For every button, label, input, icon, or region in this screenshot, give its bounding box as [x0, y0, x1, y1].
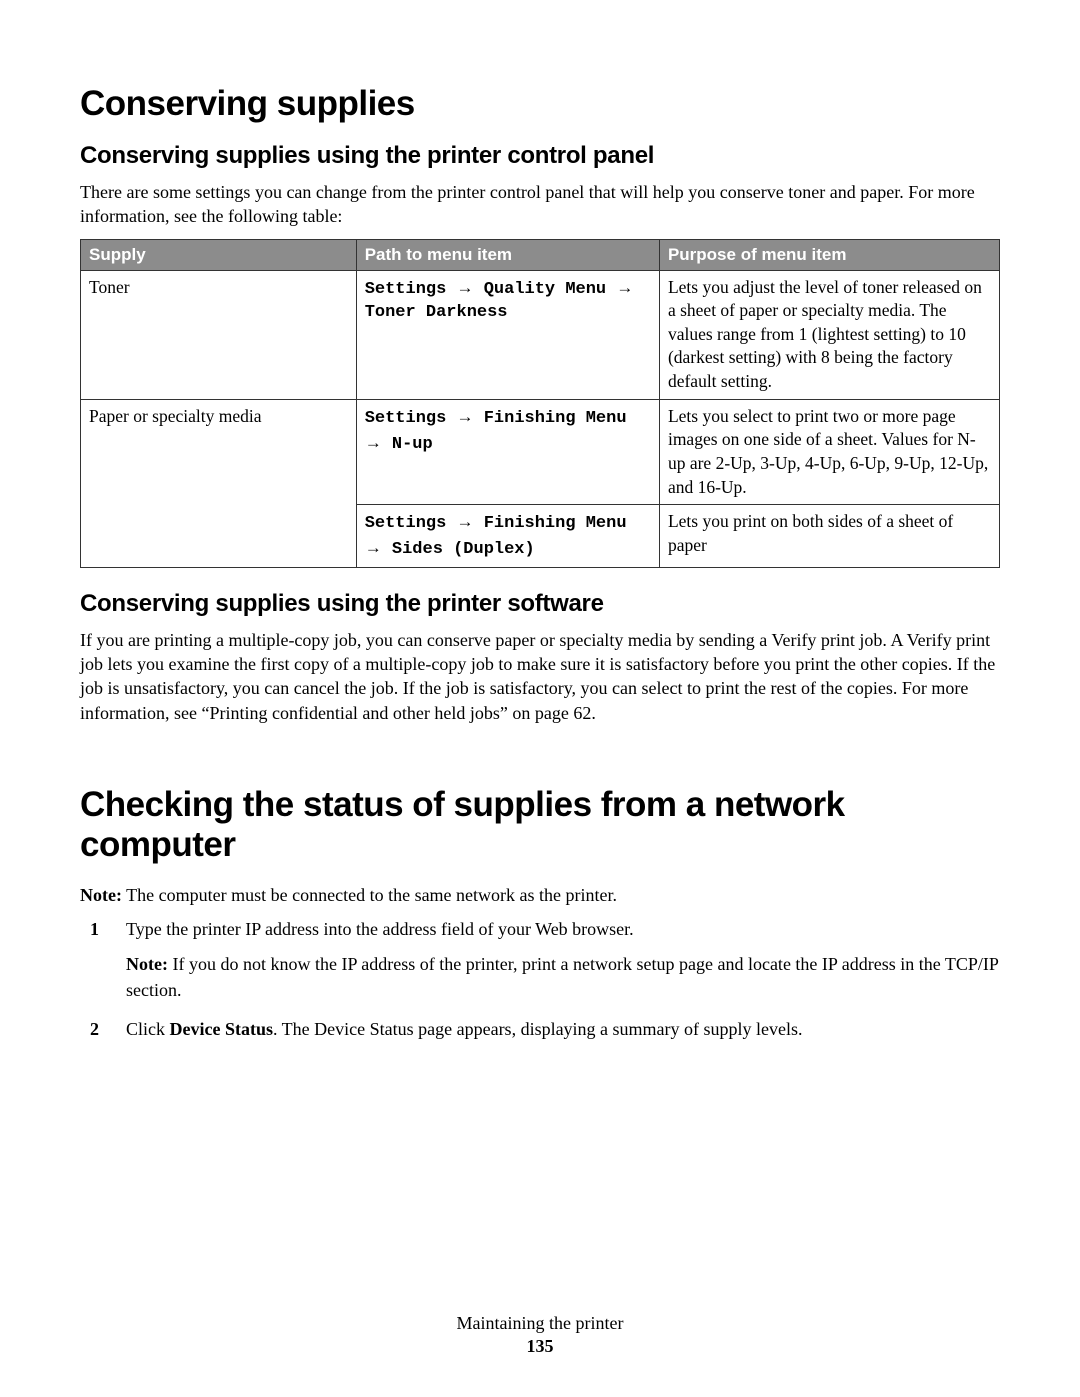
- note-paragraph: Note: The computer must be connected to …: [80, 883, 1000, 907]
- th-supply: Supply: [81, 239, 357, 270]
- subheading-control-panel: Conserving supplies using the printer co…: [80, 142, 1000, 170]
- cell-supply: Paper or specialty media: [81, 399, 357, 567]
- cell-path: Settings → Finishing Menu → Sides (Duple…: [356, 505, 659, 568]
- software-paragraph: If you are printing a multiple-copy job,…: [80, 628, 1000, 725]
- page-number: 135: [0, 1336, 1080, 1357]
- page-footer: Maintaining the printer 135: [0, 1313, 1080, 1357]
- cell-path: Settings → Finishing Menu → N-up: [356, 399, 659, 505]
- th-path: Path to menu item: [356, 239, 659, 270]
- step-item: 1 Type the printer IP address into the a…: [80, 917, 1000, 1003]
- arrow-icon: →: [365, 433, 382, 452]
- arrow-icon: →: [457, 407, 474, 426]
- intro-paragraph: There are some settings you can change f…: [80, 180, 1000, 229]
- footer-title: Maintaining the printer: [0, 1313, 1080, 1334]
- steps-list: 1 Type the printer IP address into the a…: [80, 917, 1000, 1042]
- cell-purpose: Lets you adjust the level of toner relea…: [659, 270, 999, 399]
- note-text: The computer must be connected to the sa…: [122, 885, 617, 905]
- step-text: Click Device Status. The Device Status p…: [126, 1019, 803, 1039]
- cell-purpose: Lets you print on both sides of a sheet …: [659, 505, 999, 568]
- step-item: 2 Click Device Status. The Device Status…: [80, 1017, 1000, 1042]
- document-page: Conserving supplies Conserving supplies …: [0, 0, 1080, 1397]
- heading-conserving-supplies: Conserving supplies: [80, 84, 1000, 124]
- arrow-icon: →: [457, 278, 474, 297]
- note-label: Note:: [126, 954, 168, 974]
- note-text: If you do not know the IP address of the…: [126, 954, 998, 999]
- cell-purpose: Lets you select to print two or more pag…: [659, 399, 999, 505]
- heading-checking-status: Checking the status of supplies from a n…: [80, 785, 1000, 865]
- note-label: Note:: [80, 885, 122, 905]
- step-number: 1: [90, 917, 99, 942]
- arrow-icon: →: [616, 278, 633, 297]
- th-purpose: Purpose of menu item: [659, 239, 999, 270]
- supplies-table: Supply Path to menu item Purpose of menu…: [80, 239, 1000, 568]
- arrow-icon: →: [365, 538, 382, 557]
- step-number: 2: [90, 1017, 99, 1042]
- arrow-icon: →: [457, 512, 474, 531]
- subheading-software: Conserving supplies using the printer so…: [80, 590, 1000, 618]
- table-row: Paper or specialty media Settings → Fini…: [81, 399, 1000, 505]
- cell-path: Settings → Quality Menu → Toner Darkness: [356, 270, 659, 399]
- step-note: Note: If you do not know the IP address …: [126, 952, 1000, 1002]
- step-text: Type the printer IP address into the add…: [126, 919, 634, 939]
- table-row: Toner Settings → Quality Menu → Toner Da…: [81, 270, 1000, 399]
- cell-supply: Toner: [81, 270, 357, 399]
